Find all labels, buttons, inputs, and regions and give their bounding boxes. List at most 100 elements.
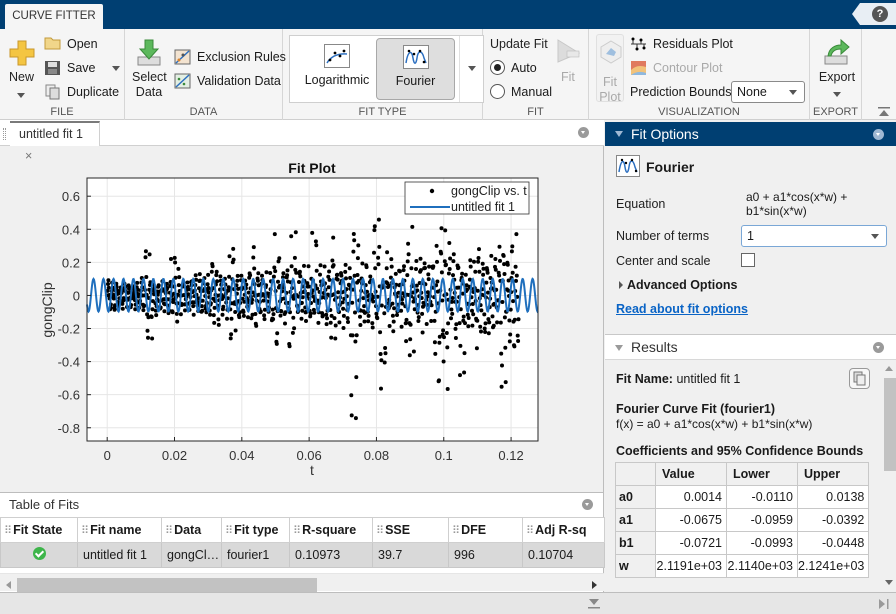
data-point [392,306,397,311]
auto-radio-button[interactable] [490,60,505,75]
number-of-terms-dropdown[interactable]: 1 [741,225,887,247]
export-button[interactable]: Export [816,37,858,107]
horizontal-scrollbar[interactable] [0,573,604,592]
data-point [220,312,225,317]
fit-group: Update Fit Auto Manual Fit FIT [483,29,589,120]
data-point [450,296,455,300]
data-point [439,251,444,256]
collapse-right-panel-icon[interactable] [878,598,890,610]
residuals-plot-button[interactable]: Residuals Plot [630,36,733,52]
data-point [318,263,323,268]
center-and-scale-checkbox[interactable] [741,253,755,267]
collapse-triangle-icon[interactable] [615,345,623,351]
scroll-up-icon[interactable] [885,366,893,372]
panel-menu-icon[interactable] [873,342,884,353]
tab-curve-fitter[interactable]: CURVE FITTER [5,4,103,29]
scroll-right-icon[interactable] [592,581,598,589]
data-point [474,346,479,351]
fit-type-fourier[interactable]: Fourier [376,38,455,100]
select-data-button[interactable]: Select Data [132,37,167,107]
coef-lower: -0.0993 [726,531,798,555]
help-button[interactable]: ? [852,3,896,25]
data-point [210,264,215,269]
validation-data-button[interactable]: Validation Data [174,73,281,89]
read-about-link-text[interactable]: Read about fit options [616,302,748,316]
column-header-sse[interactable]: ⠿ SSE [372,517,449,543]
duplicate-button[interactable]: Duplicate [44,84,119,100]
new-button[interactable]: New [7,37,37,107]
y-tick-label: 0 [73,288,80,303]
fit-plot-button[interactable]: Fit Plot [596,34,624,104]
save-button[interactable]: Save [44,60,120,76]
chevron-down-icon[interactable] [111,65,120,71]
legend[interactable]: gongClip vs. t untitled fit 1 [404,181,530,215]
data-point [493,267,498,272]
data-point [401,268,406,273]
column-header-fit-type[interactable]: ⠿ Fit type [221,517,290,543]
data-point [299,316,304,321]
open-button[interactable]: Open [44,36,98,52]
scroll-down-icon[interactable] [885,580,893,586]
results-header[interactable]: Results [605,334,896,360]
scrollbar-thumb[interactable] [17,578,317,592]
fit-type-logarithmic[interactable]: Logarithmic [298,38,376,100]
drag-handle-icon[interactable] [3,128,6,140]
advanced-options-toggle[interactable]: Advanced Options [619,278,737,292]
document-tab[interactable]: untitled fit 1 × [10,121,100,163]
data-point [256,271,261,276]
fit-name-value: untitled fit 1 [676,372,741,386]
coef-column-upper: Upper [796,462,870,486]
data-point [449,316,453,321]
manual-radio[interactable]: Manual [490,84,552,99]
manual-radio-button[interactable] [490,84,505,99]
auto-radio[interactable]: Auto [490,60,537,75]
data-point [377,244,382,249]
panel-menu-icon[interactable] [578,127,589,138]
collapse-toolstrip-icon[interactable] [878,107,890,117]
data-point [169,257,173,261]
coef-lower: -0.0959 [726,508,798,532]
expand-panel-icon[interactable] [588,598,600,610]
scroll-left-icon[interactable] [6,581,12,589]
panel-menu-icon[interactable] [873,129,884,140]
column-header-r-square[interactable]: ⠿ R-square [289,517,373,543]
x-tick-label: 0.02 [162,448,187,463]
panel-menu-icon[interactable] [582,499,593,510]
data-point [241,310,246,314]
equation-label: Equation [616,197,666,211]
fit-plot-chart[interactable]: Fit Plot 0 0.02 0.04 0.06 0.08 0.1 0.12 0.6 0.4… [0,147,604,492]
data-point [404,317,409,322]
data-point [149,315,154,319]
fit-button[interactable]: Fit [553,39,583,89]
data-point [472,259,476,264]
column-header-fit-state[interactable]: ⠿ Fit State [0,517,78,543]
column-header-fit-name[interactable]: ⠿ Fit name [77,517,162,543]
column-header-dfe[interactable]: ⠿ DFE [448,517,523,543]
read-about-fit-options-link[interactable]: Read about fit options [616,302,748,316]
contour-plot-button[interactable]: Contour Plot [630,60,722,76]
fit-options-title: Fit Options [631,126,699,142]
table-row[interactable]: untitled fit 1 gongCli… fourier1 0.10973… [0,542,605,568]
column-header-data[interactable]: ⠿ Data [161,517,222,543]
prediction-bounds-dropdown[interactable]: None [731,81,805,103]
data-point [235,278,240,283]
coef-upper: 0.0138 [796,485,870,509]
coef-row: a0 0.0014 -0.0110 0.0138 [615,485,870,509]
data-point [439,226,444,231]
gallery-expand-button[interactable] [459,36,483,102]
chevron-down-icon [789,90,797,95]
collapse-triangle-icon[interactable] [615,131,623,137]
save-label: Save [67,61,96,75]
results-body: Fit Name: untitled fit 1 Fourier Curve F… [605,360,896,592]
exclusion-rules-button[interactable]: Exclusion Rules [174,49,286,65]
data-point [434,243,439,248]
data-point [446,271,451,276]
export-arrow-icon [824,38,850,65]
data-point [444,331,449,335]
table-of-fits-title: Table of Fits [9,497,80,512]
vertical-scrollbar[interactable] [882,360,896,592]
copy-results-button[interactable] [849,368,870,389]
column-header-adj-r-sq[interactable]: ⠿ Adj R-sq [522,517,605,543]
scrollbar-thumb[interactable] [884,378,896,471]
fit-options-header[interactable]: Fit Options [605,122,896,146]
